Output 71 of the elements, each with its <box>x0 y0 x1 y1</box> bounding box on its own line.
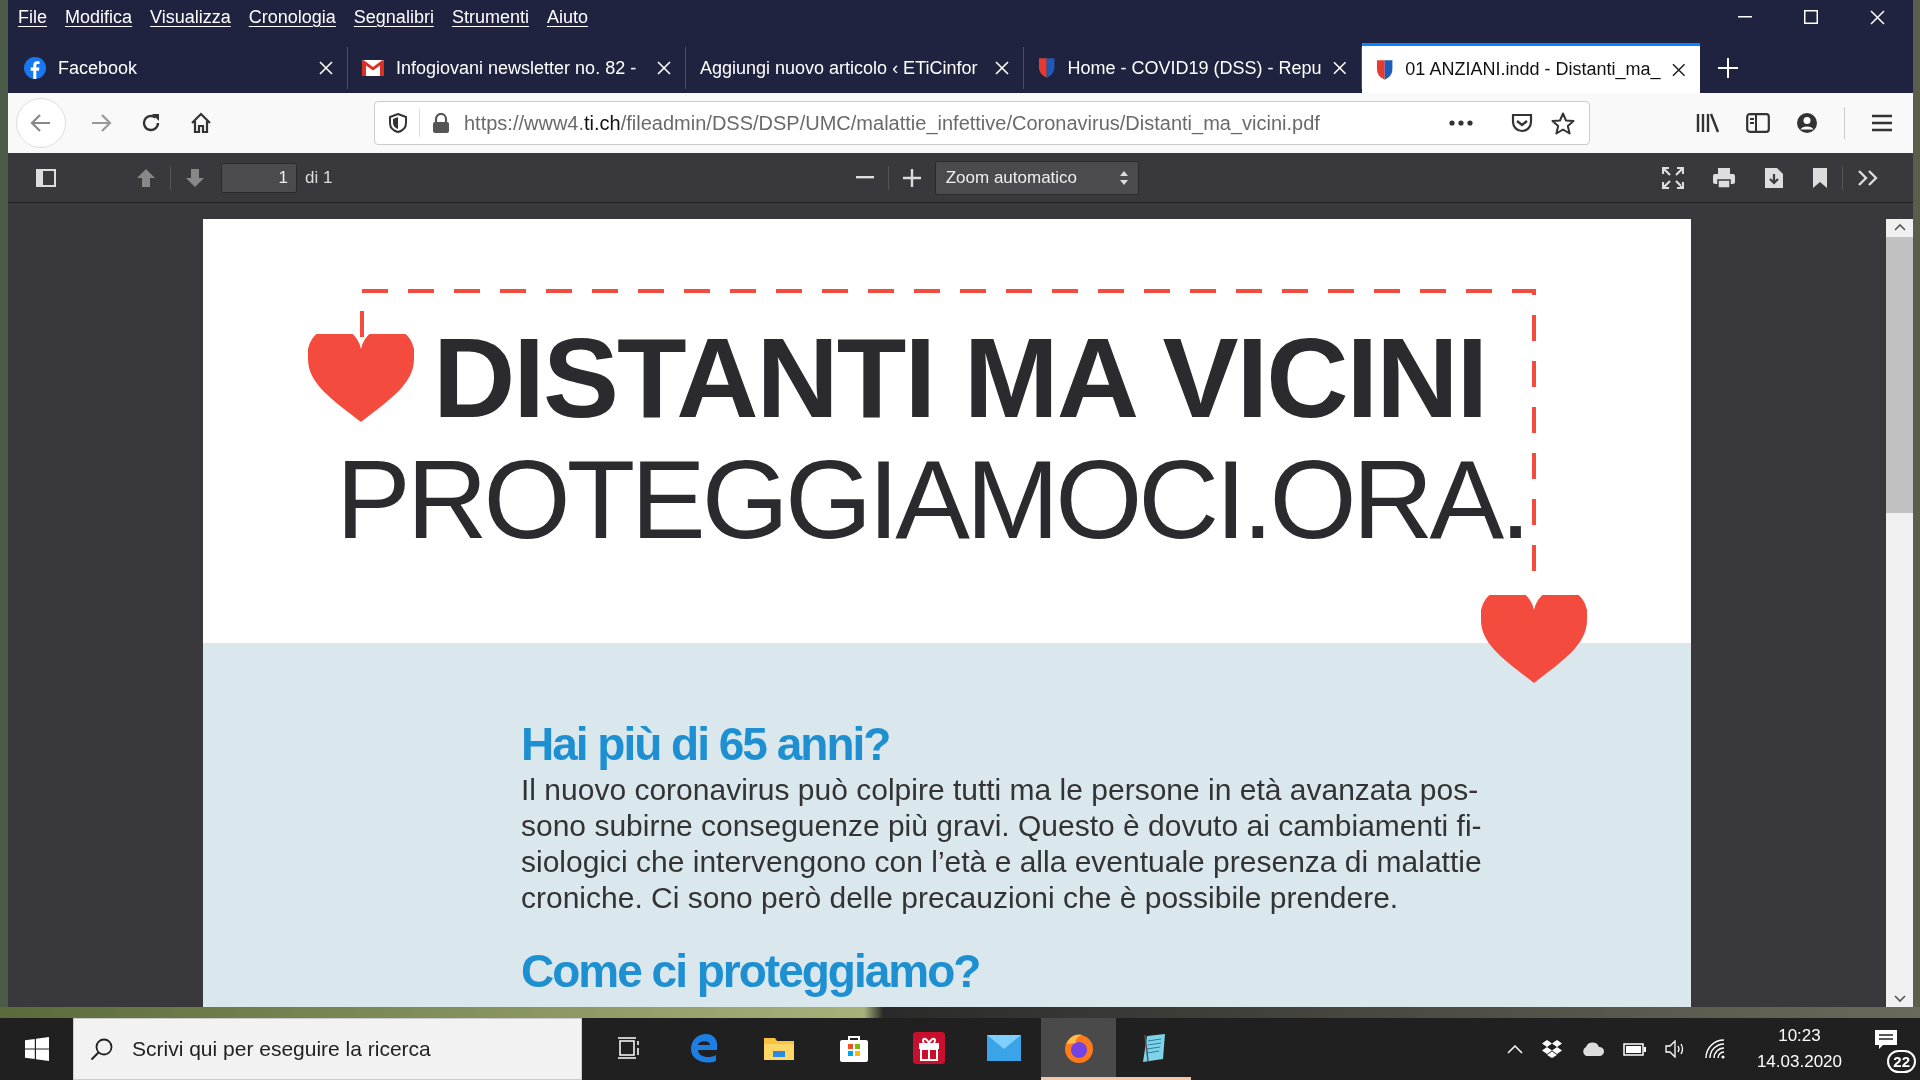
scroll-up-icon[interactable] <box>1893 223 1906 231</box>
zoom-out-icon[interactable] <box>855 176 874 179</box>
wifi-icon[interactable] <box>1704 1039 1725 1059</box>
maximize-icon[interactable] <box>1804 10 1818 24</box>
cloud-icon[interactable] <box>1580 1042 1605 1056</box>
battery-icon[interactable] <box>1622 1042 1647 1056</box>
menu-item[interactable]: Modifica <box>65 6 133 28</box>
library-icon[interactable] <box>1696 113 1720 133</box>
search-icon <box>90 1037 114 1061</box>
menu-item[interactable]: Strumenti <box>451 6 529 28</box>
heart-icon <box>308 334 414 422</box>
browser-tab[interactable]: Infogiovani newsletter no. 82 - <box>348 47 686 89</box>
browser-tab[interactable]: Aggiungi nuovo articolo ‹ ETiCinfor <box>686 47 1024 89</box>
shield-icon[interactable] <box>389 113 407 133</box>
download-icon[interactable] <box>1764 166 1784 189</box>
start-icon[interactable] <box>25 1037 49 1061</box>
lock-icon <box>432 113 450 133</box>
heart-icon <box>1481 595 1587 683</box>
more-icon[interactable] <box>1449 120 1473 126</box>
menu-icon[interactable] <box>1871 114 1893 132</box>
menu-item[interactable]: Segnalibri <box>353 6 434 28</box>
sidebar-icon[interactable] <box>1746 113 1770 133</box>
envelope-icon <box>362 60 384 76</box>
chevron-up-icon[interactable] <box>1506 1044 1523 1054</box>
notification-icon[interactable] <box>1874 1029 1898 1051</box>
section-heading: Come ci proteggiamo? <box>521 945 981 997</box>
tools-icon[interactable] <box>1857 168 1879 187</box>
document-subtitle: PROTEGGIAMOCI.ORA. <box>336 441 1529 559</box>
print-icon[interactable] <box>1712 166 1736 189</box>
updown-caret-icon[interactable] <box>1119 170 1128 185</box>
notification-badge: 22 <box>1887 1050 1916 1073</box>
search-field[interactable]: Scrivi qui per eseguire la ricerca <box>130 1036 581 1062</box>
f-logo-icon <box>24 57 46 79</box>
menu-item[interactable]: File <box>18 6 47 28</box>
sidebar-toggle-icon[interactable] <box>36 168 56 187</box>
scroll-down-icon[interactable] <box>1893 995 1906 1003</box>
section-heading: Hai più di 65 anni? <box>521 719 891 770</box>
pocket-icon[interactable] <box>1511 113 1533 133</box>
browser-tab[interactable]: 01 ANZIANI.indd - Distanti_ma_ <box>1362 43 1700 93</box>
menu-item[interactable]: Aiuto <box>546 6 588 28</box>
clock-time[interactable]: 10:23 <box>1778 1026 1821 1046</box>
menu-item[interactable]: Cronologia <box>248 6 336 28</box>
document-title: DISTANTI MA VICINI <box>433 321 1488 435</box>
back-button[interactable] <box>16 98 66 148</box>
reload-icon[interactable] <box>140 112 162 134</box>
minimize-icon[interactable] <box>1738 16 1752 18</box>
bookmark-icon[interactable] <box>1812 166 1828 189</box>
address-field[interactable]: https://www4.ti.ch/fileadmin/DSS/DSP/UMC/malattie_infettive/Coronavirus/Distanti_ma_vicini.pdf <box>374 101 1590 145</box>
page-count: di 1 <box>305 167 333 188</box>
crest-icon <box>1038 57 1056 79</box>
box-icon[interactable] <box>1540 1039 1563 1059</box>
browser-tab[interactable]: Facebook <box>10 47 348 89</box>
arrow-left-icon[interactable] <box>30 113 52 133</box>
previous-page-icon[interactable] <box>136 167 156 188</box>
home-icon[interactable] <box>190 112 212 134</box>
menu-item[interactable]: Visualizza <box>150 6 231 28</box>
crest-icon <box>1376 58 1394 81</box>
page-number-field[interactable]: 1 <box>221 162 297 193</box>
zoom-dropdown[interactable]: Zoom automatico <box>934 160 1139 195</box>
fullscreen-icon[interactable] <box>1662 166 1684 189</box>
zoom-in-icon[interactable] <box>902 168 921 187</box>
next-page-icon[interactable] <box>185 167 205 188</box>
close-icon[interactable] <box>1672 62 1686 77</box>
taskbar-search-bar[interactable]: Scrivi qui per eseguire la ricerca <box>73 1018 582 1080</box>
forward-icon[interactable] <box>90 113 112 133</box>
star-icon[interactable] <box>1551 111 1575 135</box>
scrollbar[interactable] <box>1886 219 1913 1007</box>
body-paragraph: Il nuovo coronavirus può colpire tutti ma le persone in età avanzata pos- sono subirne conseguenze più gravi. Questo è dovuto ai cambiamenti fi- siologici che intervengono con l’età e alla eventuale presenza di malattie croniche. Ci sono però delle precauzioni che è possibile prendere. <box>521 771 1483 916</box>
new-tab-icon[interactable] <box>1718 58 1738 78</box>
account-icon[interactable] <box>1796 112 1818 134</box>
clock-date[interactable]: 14.03.2020 <box>1756 1052 1842 1072</box>
